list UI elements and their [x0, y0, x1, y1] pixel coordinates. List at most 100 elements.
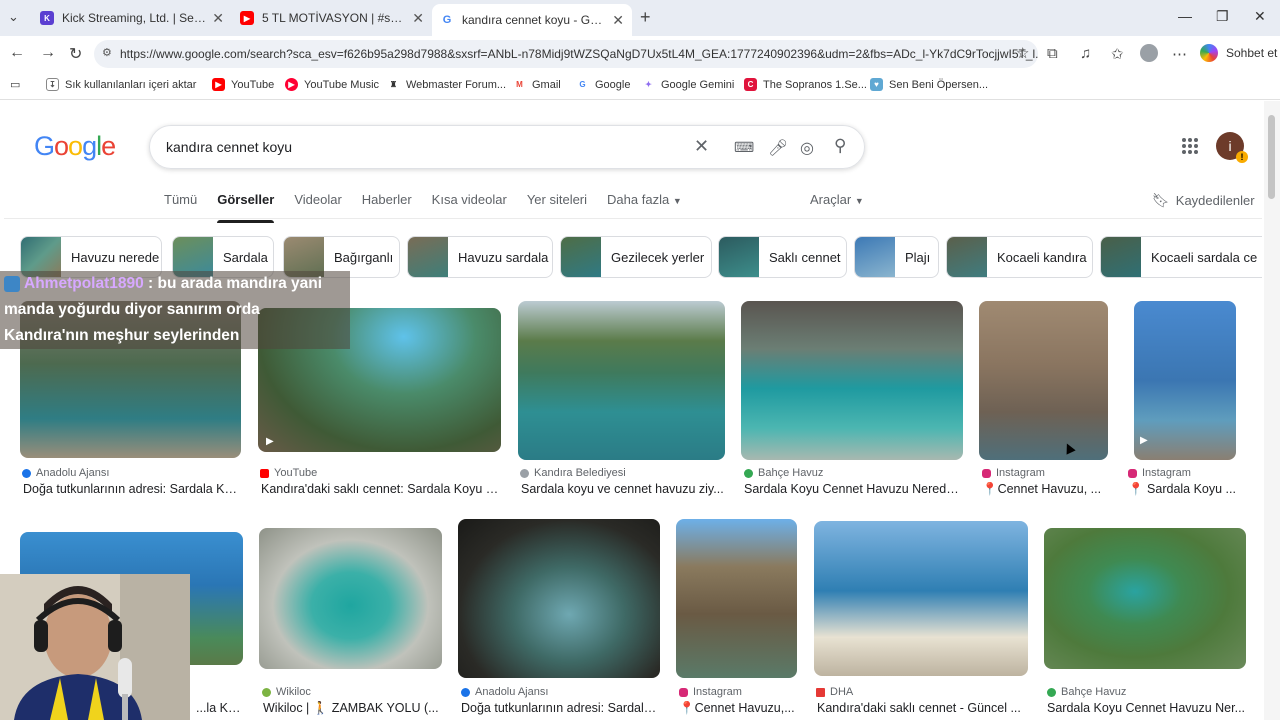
dropdown-icon: ▼	[854, 196, 864, 206]
result-title[interactable]: 📍 Sardala Koyu ...	[1128, 482, 1236, 497]
bookmark-sen-beni[interactable]: ♥ Sen Beni Öpersen...	[870, 78, 988, 91]
source-label: Instagram	[1142, 467, 1191, 479]
source-label: YouTube	[274, 467, 318, 479]
result-title[interactable]: ...la Ko...	[196, 701, 241, 715]
result-title[interactable]: Sardala Koyu Cennet Havuzu Nerede...	[744, 482, 963, 496]
more-menu-icon[interactable]: ⋯	[1172, 45, 1187, 63]
reading-list-icon[interactable]: ▭	[10, 78, 20, 91]
bookmark-import[interactable]: ↧ Sık kullanılanları içeri aktar	[46, 78, 196, 91]
source-label: Instagram	[693, 686, 742, 698]
chip-kocaeli-kandira[interactable]: Kocaeli kandıra	[946, 236, 1093, 278]
bookmark-webmaster[interactable]: ♜ Webmaster Forum...	[387, 78, 506, 91]
new-tab-icon[interactable]: +	[640, 7, 651, 28]
clear-icon[interactable]: ✕	[694, 136, 709, 157]
mic-icon[interactable]: 🎤︎	[768, 138, 788, 158]
search-icon[interactable]: ⚲	[834, 136, 846, 156]
chip-gezilecek-yerler[interactable]: Gezilecek yerler	[560, 236, 712, 278]
forward-icon[interactable]: →	[40, 44, 56, 62]
minimize-icon[interactable]: —	[1178, 8, 1192, 24]
result-title[interactable]: Sardala koyu ve cennet havuzu ziy...	[521, 482, 725, 496]
close-tab-icon[interactable]: ✕	[612, 12, 624, 29]
profile-icon[interactable]	[1140, 44, 1158, 62]
chip-label: Havuzu nerede	[71, 249, 160, 265]
tab-list-chevron-icon[interactable]: ⌄	[8, 9, 19, 25]
search-input[interactable]: kandıra cennet koyu	[166, 139, 292, 155]
site-info-icon[interactable]: ⚙	[102, 46, 112, 59]
image-result-6[interactable]: ▶	[1134, 301, 1236, 460]
bookmark-label: Gmail	[532, 78, 561, 91]
result-source: Bahçe Havuz	[744, 467, 823, 479]
address-bar[interactable]: ⚙ https://www.google.com/search?sca_esv=…	[94, 40, 1038, 68]
lens-icon[interactable]: ◎	[800, 138, 814, 158]
tab-title: kandıra cennet koyu - Google'da A	[462, 13, 606, 27]
media-icon[interactable]: ♫	[1080, 45, 1091, 62]
chip-havuzu-sardala[interactable]: Havuzu sardala	[407, 236, 553, 278]
result-source: Kandıra Belediyesi	[520, 467, 626, 479]
image-result-9[interactable]	[458, 519, 660, 678]
chip-sakli-cennet[interactable]: Saklı cennet	[718, 236, 847, 278]
close-tab-icon[interactable]: ✕	[412, 10, 424, 27]
maximize-icon[interactable]: ❐	[1216, 8, 1229, 25]
chip-label: Kocaeli kandıra	[997, 249, 1087, 265]
source-favicon-icon	[262, 687, 271, 697]
result-title[interactable]: Wikiloc | 🚶 ZAMBAK YOLU (...	[263, 701, 443, 716]
result-title[interactable]: Kandıra'daki saklı cennet: Sardala Koyu …	[261, 482, 501, 496]
copilot-icon	[1200, 44, 1218, 62]
favorites-icon[interactable]: ✩	[1111, 45, 1124, 63]
chip-plaji[interactable]: Plajı	[854, 236, 939, 278]
chip-label: Bağırganlı	[334, 249, 394, 265]
result-source: Bahçe Havuz	[1047, 686, 1126, 698]
result-title[interactable]: 📍Cennet Havuzu, ...	[982, 482, 1108, 497]
image-result-11[interactable]	[814, 521, 1028, 676]
bookmark-youtube-music[interactable]: ▶ YouTube Music	[285, 78, 379, 91]
youtube-icon	[260, 468, 269, 478]
chip-kocaeli-sardala[interactable]: Kocaeli sardala ce	[1100, 236, 1262, 278]
result-title[interactable]: Kandıra'daki saklı cennet - Güncel ...	[817, 701, 1028, 715]
image-result-3[interactable]	[518, 301, 725, 460]
image-result-12[interactable]	[1044, 528, 1246, 669]
chip-thumbnail	[1101, 237, 1141, 277]
image-result-4[interactable]	[741, 301, 963, 460]
bookmark-label: YouTube Music	[304, 78, 380, 91]
result-title[interactable]: Doğa tutkunlarının adresi: Sardala...	[461, 701, 660, 715]
browser-tab-3-active[interactable]: G kandıra cennet koyu - Google'da A ✕	[432, 4, 632, 36]
close-window-icon[interactable]: ✕	[1254, 8, 1266, 25]
scrollbar-thumb[interactable]	[1268, 115, 1275, 199]
bookmark-gmail[interactable]: M Gmail	[513, 78, 561, 91]
bookmark-google[interactable]: G Google	[576, 78, 630, 91]
chat-button[interactable]: Sohbet et	[1200, 44, 1277, 62]
result-title[interactable]: 📍Cennet Havuzu,...	[679, 701, 797, 716]
bookmarks-bar: ▭ ↧ Sık kullanılanları içeri aktar ▶ YouTu…	[0, 72, 1280, 100]
image-result-5[interactable]	[979, 301, 1108, 460]
keyboard-icon[interactable]: ⌨	[734, 139, 754, 156]
search-box[interactable]: kandıra cennet koyu ✕ ⌨ 🎤︎ ◎ ⚲	[149, 125, 865, 169]
chat-label: Sohbet et	[1226, 46, 1278, 60]
chat-badge-icon	[4, 275, 20, 292]
account-avatar[interactable]: i!	[1216, 132, 1248, 163]
image-result-8[interactable]	[259, 528, 442, 669]
page-scrollbar[interactable]	[1264, 101, 1280, 720]
extensions-icon[interactable]: ⧉	[1047, 45, 1058, 62]
url-text: https://www.google.com/search?sca_esv=f6…	[120, 47, 1038, 61]
chip-thumbnail	[947, 237, 987, 277]
saved-button[interactable]: 🔖︎ Kaydedilenler	[1152, 192, 1255, 209]
result-title[interactable]: Doğa tutkunlarının adresi: Sardala Ko...	[23, 482, 241, 496]
bookmark-star-icon[interactable]: ☆	[1016, 44, 1029, 62]
browser-tab-2[interactable]: ▶ 5 TL MOTİVASYON | #shorts #ebo ✕	[232, 4, 432, 32]
saved-label: Kaydedilenler	[1175, 193, 1255, 208]
result-title[interactable]: Sardala Koyu Cennet Havuzu Ner...	[1047, 701, 1246, 715]
bookmark-label: Webmaster Forum...	[406, 78, 507, 91]
bookmark-sopranos[interactable]: C The Sopranos 1.Se...	[744, 78, 867, 91]
bookmark-label: Sen Beni Öpersen...	[889, 78, 989, 91]
bookmark-gemini[interactable]: ✦ Google Gemini	[642, 78, 734, 91]
google-images-page: Google kandıra cennet koyu ✕ ⌨ 🎤︎ ◎ ⚲ i!…	[4, 101, 1262, 720]
apps-grid-icon[interactable]	[1182, 138, 1198, 154]
image-result-10[interactable]	[676, 519, 797, 678]
browser-tab-1[interactable]: K Kick Streaming, Ltd. | Set up paym ✕	[32, 4, 232, 32]
tools-button[interactable]: Araçlar ▼	[810, 192, 864, 207]
back-icon[interactable]: ←	[9, 44, 25, 62]
reload-icon[interactable]: ↻	[69, 44, 82, 64]
close-tab-icon[interactable]: ✕	[212, 10, 224, 27]
google-logo[interactable]: Google	[34, 131, 116, 162]
bookmark-youtube[interactable]: ▶ YouTube	[212, 78, 274, 91]
